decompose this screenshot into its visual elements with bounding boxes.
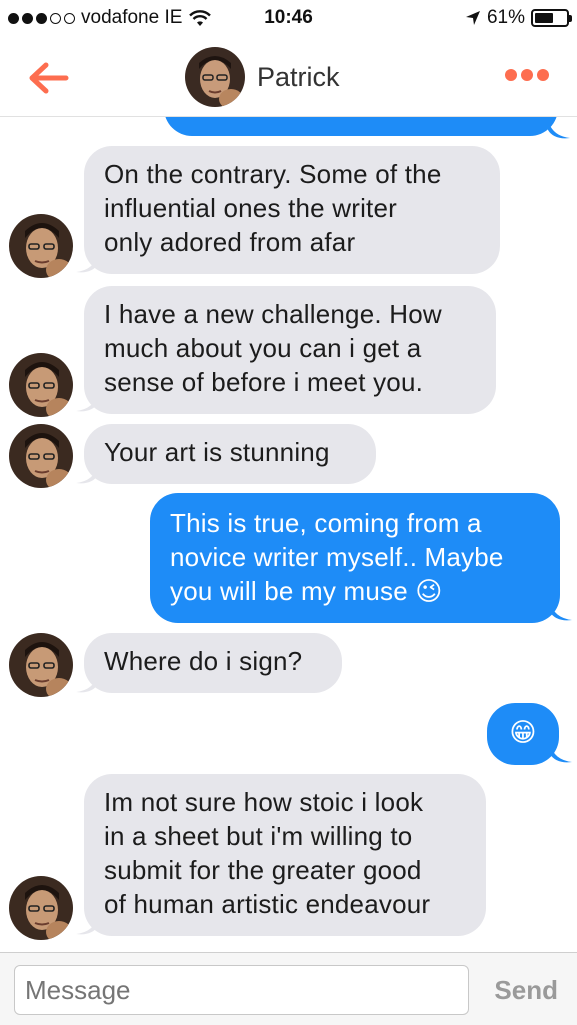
message-bubble-incoming[interactable]: Where do i sign? [84,633,342,693]
message-bubble-incoming[interactable]: Your art is stunning [84,424,376,484]
avatar[interactable] [9,214,73,278]
contact-avatar[interactable] [185,47,245,107]
message-line: influential ones the writer [104,193,397,223]
bubble-tail [550,744,572,763]
status-right: 61% [465,7,572,29]
message-line: only adored from afar [104,227,356,257]
message-bubble-incoming[interactable]: Im not sure how stoic i look in a sheet … [84,774,486,936]
avatar[interactable] [9,353,73,417]
message-line: Where do i sign? [104,646,303,676]
message-line: much about you can i get a [104,333,422,363]
message-line: sense of before i meet you. [104,367,424,397]
message-line: in a sheet but i'm willing to [104,821,413,851]
message-line: This is true, coming from a [170,508,482,538]
send-button[interactable]: Send [494,975,558,1006]
message-bubble-incoming[interactable]: On the contrary. Some of the influential… [84,146,500,274]
back-arrow-icon[interactable] [26,58,70,98]
message-line: of human artistic endeavour [104,889,431,919]
battery-icon [531,9,572,27]
message-bubble-outgoing[interactable] [164,116,558,136]
chat-header: Patrick [0,40,577,117]
compose-bar: Send [0,952,577,1025]
message-bubble-incoming[interactable]: I have a new challenge. How much about y… [84,286,496,414]
grin-emoji: 😁 [509,717,537,747]
message-line: I have a new challenge. How [104,299,442,329]
message-line: On the contrary. Some of the [104,159,442,189]
avatar[interactable] [9,633,73,697]
message-line: Your art is stunning [104,437,330,467]
location-arrow-icon [465,11,480,25]
message-bubble-outgoing[interactable]: 😁 [487,703,559,765]
message-line: Im not sure how stoic i look [104,787,424,817]
bubble-tail [550,602,572,621]
message-bubble-outgoing[interactable]: This is true, coming from a novice write… [150,493,560,623]
status-bar: vodafone IE 10:46 61% [0,0,577,40]
message-input[interactable] [14,965,469,1015]
message-line: submit for the greater good [104,855,422,885]
message-list[interactable]: On the contrary. Some of the influential… [0,116,577,952]
bubble-tail [548,120,570,139]
battery-percent: 61% [486,7,525,28]
message-line: you will be my muse 😉 [170,576,443,606]
message-line: novice writer myself.. Maybe [170,542,504,572]
more-dots-icon[interactable] [505,69,549,81]
avatar[interactable] [9,876,73,940]
avatar[interactable] [9,424,73,488]
contact-name[interactable]: Patrick [257,62,340,93]
